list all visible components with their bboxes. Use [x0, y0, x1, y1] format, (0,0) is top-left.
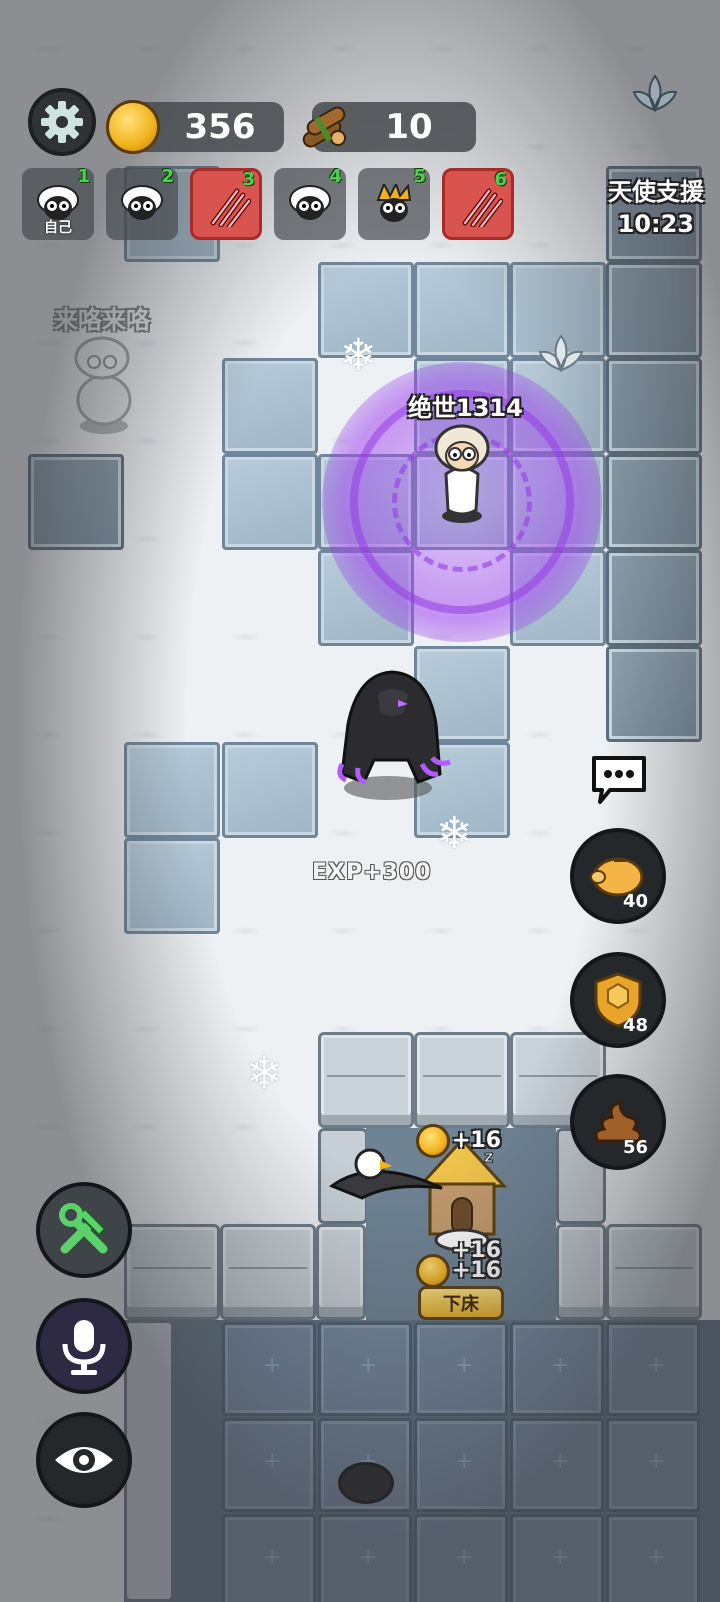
hammer-wrench-icon — [59, 1203, 108, 1254]
sheep-icon — [121, 185, 163, 220]
shield-count: 48 — [622, 1015, 648, 1036]
view-button[interactable] — [36, 1412, 132, 1508]
angel-support-timer: 10:23 — [617, 210, 694, 238]
wood-icon — [302, 106, 346, 148]
voice-button[interactable] — [36, 1298, 132, 1394]
gear-icon — [41, 101, 83, 143]
slot-number: 3 — [242, 169, 255, 190]
game-stage[interactable]: ❄ ❄ ❄ 来咯来咯 绝世1314 — [0, 0, 720, 1602]
ice-block — [222, 742, 318, 838]
floor-tile — [414, 1322, 508, 1416]
sheep-icon — [289, 185, 331, 220]
player-slot-3[interactable]: 3 — [190, 168, 262, 240]
coin-count: 356 — [184, 107, 256, 147]
ice-block — [606, 550, 702, 646]
ice-block — [28, 454, 124, 550]
floor-tile — [510, 1322, 604, 1416]
floor-tile — [606, 1514, 700, 1602]
claw-icon — [210, 188, 251, 227]
slot-number: 5 — [413, 166, 426, 187]
player-sheep[interactable] — [424, 422, 500, 526]
ice-block — [606, 646, 702, 742]
floor-tile — [510, 1514, 604, 1602]
snowflake-icon: ❄ — [340, 330, 377, 381]
microphone-icon — [62, 1320, 106, 1375]
floor-tile — [606, 1322, 700, 1416]
piggy-count: 40 — [622, 891, 648, 912]
spiky-sheep-icon — [376, 184, 412, 222]
hole[interactable] — [338, 1462, 394, 1504]
stone-wall — [316, 1224, 366, 1320]
piggy-bank-button[interactable]: 40 — [570, 828, 666, 924]
ice-block — [606, 454, 702, 550]
poop-button[interactable]: 56 — [570, 1074, 666, 1170]
settings-button[interactable] — [28, 88, 96, 156]
floor-tile — [414, 1514, 508, 1602]
slot-number: 6 — [494, 169, 507, 190]
slot-number: 2 — [161, 166, 174, 187]
ice-block — [606, 358, 702, 454]
snowflake-icon: ❄ — [246, 1048, 283, 1099]
werewolf-enemy[interactable] — [328, 664, 454, 804]
stone-wall — [556, 1224, 606, 1320]
player-slot-6[interactable]: 6 — [442, 168, 514, 240]
ice-block — [414, 262, 510, 358]
stone-wall — [414, 1032, 510, 1128]
coin-icon — [416, 1124, 450, 1158]
stone-wall — [220, 1224, 316, 1320]
player-slot-5[interactable]: 5 — [358, 166, 430, 240]
ghost-sheep[interactable] — [60, 330, 146, 440]
shield-button[interactable]: 48 — [570, 952, 666, 1048]
floor-tile — [222, 1322, 316, 1416]
ice-block — [606, 262, 702, 358]
slot-number: 4 — [329, 166, 342, 187]
coin-gain: +16 — [452, 1258, 502, 1283]
exp-popup: EXP+300 — [312, 860, 432, 885]
stone-wall — [318, 1032, 414, 1128]
ice-block — [124, 742, 220, 838]
floor-tile — [318, 1514, 412, 1602]
chat-icon[interactable] — [588, 752, 650, 808]
coin-icon — [416, 1254, 450, 1288]
player-name: 绝世1314 — [408, 394, 523, 422]
floor-tile — [510, 1418, 604, 1512]
snowflake-icon: ❄ — [436, 808, 473, 859]
eye-icon — [55, 1447, 113, 1473]
floor-tile — [222, 1514, 316, 1602]
coin-gain: +16 — [452, 1128, 502, 1153]
player-slot-2[interactable]: 2 — [106, 166, 178, 240]
player-slot-4[interactable]: 4 — [274, 166, 346, 240]
wood-count: 10 — [385, 107, 433, 147]
ice-block — [124, 838, 220, 934]
self-tag: 自己 — [44, 220, 72, 236]
angel-support-label: 天使支援 — [608, 178, 704, 206]
floor-tile — [318, 1322, 412, 1416]
build-tools-button[interactable] — [36, 1182, 132, 1278]
coin-icon — [106, 100, 160, 154]
stone-wall — [124, 1224, 220, 1320]
ice-block — [222, 454, 318, 550]
stone-wall — [606, 1224, 702, 1320]
claw-icon — [462, 188, 503, 227]
leave-bed-button[interactable]: 下床 — [418, 1286, 504, 1320]
floor-tile — [222, 1418, 316, 1512]
slot-number: 1 — [77, 166, 90, 187]
player-slot-1[interactable]: 1 自己 — [22, 166, 94, 240]
floor-tile — [414, 1418, 508, 1512]
floor-tile — [606, 1418, 700, 1512]
leaf-icon — [538, 334, 584, 373]
ice-block — [222, 358, 318, 454]
leaf-icon — [632, 74, 678, 113]
poop-count: 56 — [622, 1137, 648, 1158]
